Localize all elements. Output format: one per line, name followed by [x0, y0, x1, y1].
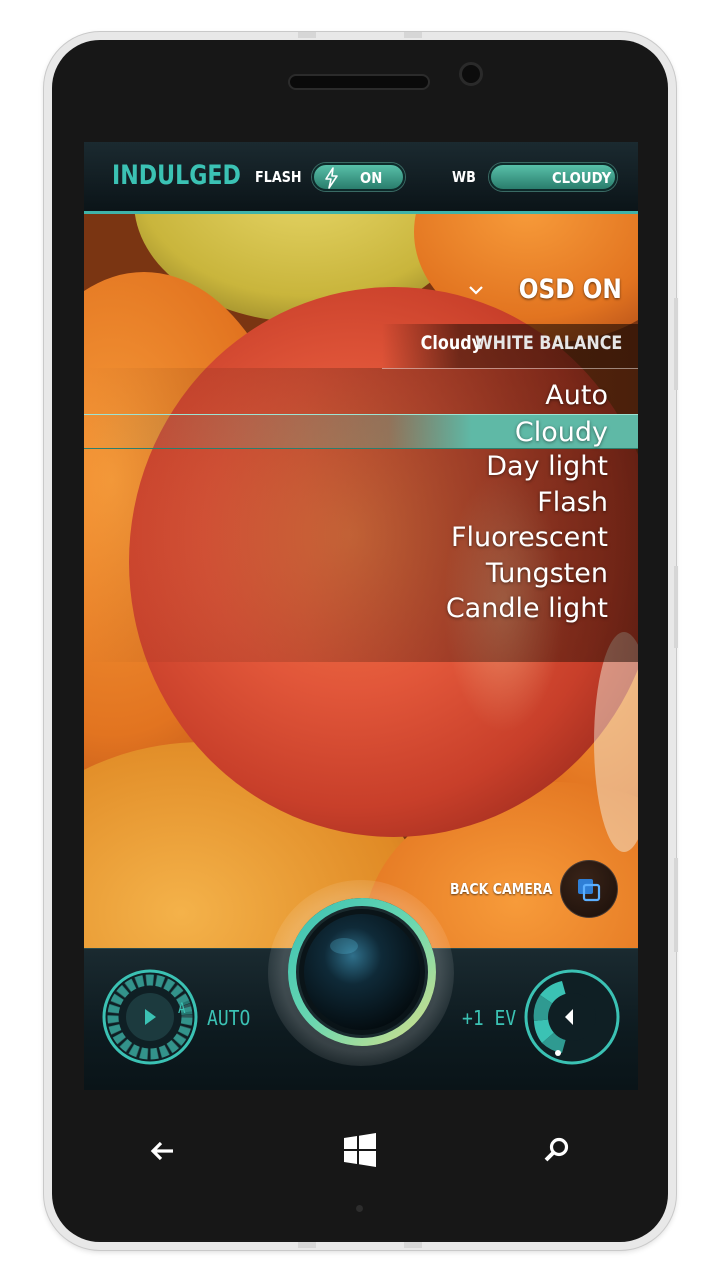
windows-start-icon[interactable] [340, 1130, 380, 1170]
wb-title: WHITE BALANCE [474, 332, 622, 354]
front-camera-lens [459, 62, 483, 86]
flash-label: FLASH [255, 168, 302, 186]
top-notch-left [298, 32, 316, 38]
flash-icon [325, 167, 338, 189]
volume-button [674, 298, 678, 390]
search-icon[interactable] [536, 1130, 576, 1170]
earpiece-speaker [288, 74, 430, 90]
camera-screen: INDULGED FLASH ON WB CLOUDY OSD ON Cloud… [84, 142, 638, 1090]
focus-mode-dial[interactable] [100, 967, 200, 1067]
wb-option-tungsten[interactable]: Tungsten [84, 556, 638, 592]
top-notch-right [404, 32, 422, 38]
exposure-label: +1 EV [462, 1006, 517, 1030]
focus-dial-letter: A [178, 1001, 186, 1017]
shutter-button[interactable] [284, 894, 440, 1050]
wb-toggle[interactable]: CLOUDY [489, 163, 617, 191]
wb-value: CLOUDY [552, 169, 612, 187]
wb-current-value: Cloudy [420, 332, 482, 354]
wb-option-auto[interactable]: Auto [84, 378, 638, 414]
chevron-down-icon [469, 285, 484, 295]
wb-options-list: Auto Cloudy Day light Flash Fluorescent … [84, 378, 638, 627]
switch-camera-icon [578, 879, 601, 902]
wb-option-flash[interactable]: Flash [84, 485, 638, 521]
wb-option-fluorescent[interactable]: Fluorescent [84, 520, 638, 556]
wb-divider [382, 368, 638, 369]
bottom-notch-right [404, 1242, 422, 1248]
exposure-dial[interactable] [522, 967, 622, 1067]
osd-label: OSD ON [519, 274, 622, 305]
app-brand: INDULGED [112, 160, 241, 191]
top-bar: INDULGED FLASH ON WB CLOUDY [84, 142, 638, 214]
wb-option-candle-light[interactable]: Candle light [84, 591, 638, 627]
flash-toggle[interactable]: ON [312, 163, 405, 191]
focus-mode-label: AUTO [207, 1006, 251, 1030]
back-camera-label: BACK CAMERA [450, 880, 553, 898]
osd-toggle[interactable]: OSD ON [468, 274, 622, 305]
switch-camera-button[interactable] [560, 860, 618, 918]
proximity-sensor [356, 1205, 363, 1212]
back-arrow-icon[interactable] [143, 1130, 183, 1170]
bottom-notch-left [298, 1242, 316, 1248]
camera-hardware-button [674, 858, 678, 952]
wb-option-cloudy[interactable]: Cloudy [84, 413, 638, 449]
wb-option-daylight[interactable]: Day light [84, 449, 638, 485]
power-button [674, 566, 678, 648]
wb-label: WB [452, 168, 476, 186]
flash-value: ON [360, 169, 383, 187]
